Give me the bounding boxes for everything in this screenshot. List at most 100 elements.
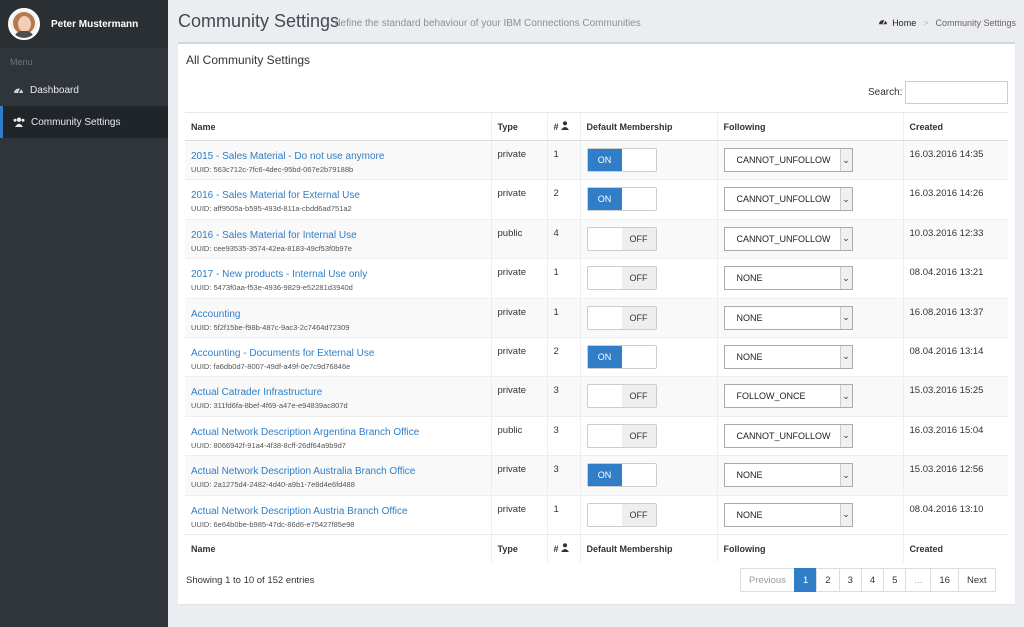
panel-title: All Community Settings [186,53,311,67]
cell-name: Actual Network Description Australia Bra… [185,455,491,496]
search-input[interactable] [905,81,1008,104]
avatar[interactable] [8,8,40,40]
page-button[interactable]: 5 [883,568,907,592]
sidebar: Peter Mustermann Menu Dashboard Communit… [0,0,168,627]
cell-membership: OFFOFF [579,415,717,456]
cell-name: 2016 - Sales Material for External Use UU… [185,179,491,220]
cell-membership: ONON [579,139,717,180]
toggle-state-label: OFF [621,385,656,408]
community-uuid: UUID: 6e64b0be-b985-47dc-86d6-e75427f85e… [191,519,355,529]
community-link[interactable]: 2015 - Sales Material - Do not use anymo… [191,151,485,162]
community-link[interactable]: Actual Catrader Infrastructure [191,387,485,398]
following-value: NONE [736,509,763,520]
membership-toggle[interactable]: ONON [586,148,657,172]
following-select[interactable]: NONE ⌄ [723,502,853,527]
cell-count: 2 [546,336,580,377]
community-uuid: UUID: 5473f0aa-f53e-4936-9829-e52281d394… [191,283,353,293]
following-select[interactable]: FOLLOW_ONCE ⌄ [723,384,853,409]
community-link[interactable]: 2016 - Sales Material for Internal Use [191,230,485,241]
following-select[interactable]: NONE ⌄ [723,266,853,291]
user-icon [561,121,570,132]
chevron-down-icon: ⌄ [839,345,852,368]
following-select[interactable]: CANNOT_UNFOLLOW ⌄ [723,226,853,251]
footer-count: # [546,533,580,563]
toggle-state-label: OFF [621,424,656,447]
sidebar-item-dashboard[interactable]: Dashboard [0,74,168,106]
page-button[interactable]: 3 [838,568,862,592]
membership-toggle[interactable]: OFFOFF [586,305,657,330]
following-select[interactable]: CANNOT_UNFOLLOW ⌄ [723,148,853,172]
sidebar-item-community-settings[interactable]: Community Settings [0,106,168,138]
header-created[interactable]: Created [902,112,1008,141]
cell-type: public [490,415,547,456]
pagination: Previous 1 2 3 4 5... 16 Next [740,568,996,592]
following-select[interactable]: NONE ⌄ [723,305,853,330]
membership-toggle[interactable]: OFFOFF [586,502,657,527]
table-row: Actual Network Description Argentina Bra… [185,415,1008,456]
search-label: Search: [868,87,903,98]
cell-created: 08.04.2016 13:10 [902,494,1008,535]
toggle-state-label: OFF [621,306,656,329]
following-select[interactable]: CANNOT_UNFOLLOW ⌄ [723,187,853,212]
header-membership[interactable]: Default Membership [579,112,717,141]
footer-created: Created [902,533,1008,563]
table-row: 2016 - Sales Material for Internal Use UU… [185,218,1008,259]
membership-toggle[interactable]: OFFOFF [586,266,657,291]
page-button[interactable]: Next [957,568,996,592]
settings-panel: All Community Settings Search: Name Type… [178,42,1015,604]
chevron-down-icon: ⌄ [839,385,852,408]
community-link[interactable]: Accounting [191,309,485,320]
entries-info: Showing 1 to 10 of 152 entries [186,575,315,586]
cell-count: 1 [546,494,580,535]
cell-following: NONE ⌄ [716,258,903,299]
chevron-down-icon: ⌄ [839,227,852,250]
following-value: NONE [736,470,763,481]
breadcrumb-separator: > [923,17,929,28]
community-link[interactable]: 2016 - Sales Material for External Use [191,190,485,201]
cell-count: 1 [546,139,580,180]
sidebar-item-label: Dashboard [30,84,79,96]
membership-toggle[interactable]: OFFOFF [586,384,657,409]
community-link[interactable]: 2017 - New products - Internal Use only [191,269,485,280]
cell-name: 2017 - New products - Internal Use only U… [185,258,491,299]
community-link[interactable]: Accounting - Documents for External Use [191,348,485,359]
community-link[interactable]: Actual Network Description Australia Bra… [191,466,485,477]
footer-following: Following [716,533,903,563]
user-name: Peter Mustermann [51,18,139,30]
header-following[interactable]: Following [716,112,903,141]
membership-toggle[interactable]: OFFOFF [586,226,657,251]
community-uuid: UUID: aff9505a-b595-493d-811a-cbdd6ad751… [191,204,352,214]
membership-toggle[interactable]: OFFOFF [586,423,657,448]
following-value: NONE [736,351,763,362]
membership-toggle[interactable]: ONON [586,344,657,369]
following-select[interactable]: CANNOT_UNFOLLOW ⌄ [723,423,853,448]
following-value: CANNOT_UNFOLLOW [736,155,831,165]
header-count[interactable]: # [546,112,580,141]
header-name[interactable]: Name [185,112,491,141]
header-type[interactable]: Type [490,112,547,141]
cell-membership: ONON [579,336,717,377]
page-button[interactable]: 16 [930,568,959,592]
page-button[interactable]: Previous [740,568,795,592]
page-button[interactable]: 1 [793,568,818,592]
breadcrumb-home[interactable]: Home [892,18,916,28]
cell-following: CANNOT_UNFOLLOW ⌄ [716,179,903,220]
cell-count: 4 [546,218,580,259]
footer-count-label: # [553,544,559,555]
cell-following: CANNOT_UNFOLLOW ⌄ [716,218,903,259]
cell-following: CANNOT_UNFOLLOW ⌄ [716,415,903,456]
membership-toggle[interactable]: ONON [586,187,657,212]
community-uuid: UUID: 5f2f15be-f98b-487c-9ac3-2c7464d723… [191,322,350,332]
cell-created: 15.03.2016 15:25 [902,376,1008,417]
community-link[interactable]: Actual Network Description Argentina Bra… [191,427,485,438]
following-select[interactable]: NONE ⌄ [723,344,853,369]
page-button[interactable]: 4 [860,568,885,592]
cell-count: 3 [546,455,580,496]
membership-toggle[interactable]: ONON [586,463,657,488]
cell-following: CANNOT_UNFOLLOW ⌄ [716,139,903,180]
page-button[interactable]: 2 [816,568,840,592]
community-uuid: UUID: 2a1275d4-2482-4d40-a9b1-7e8d4e6fd4… [191,480,355,490]
community-link[interactable]: Actual Network Description Austria Branc… [191,506,485,517]
following-select[interactable]: NONE ⌄ [723,463,853,488]
following-value: CANNOT_UNFOLLOW [736,430,831,441]
